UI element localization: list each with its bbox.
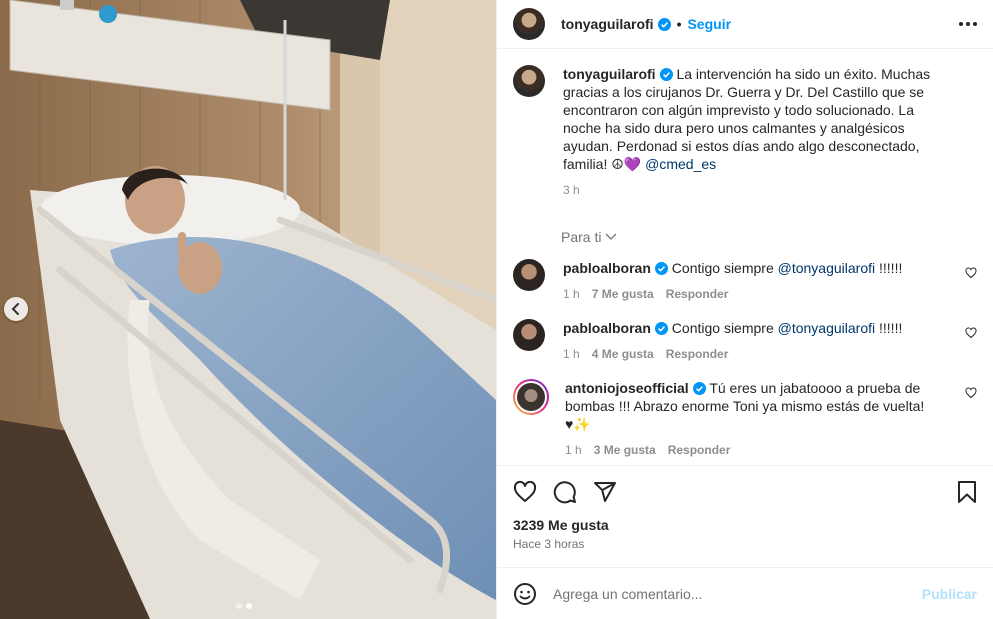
post-actions-bar xyxy=(497,465,993,517)
verified-badge-icon xyxy=(654,322,668,335)
caption-mention[interactable]: @cmed_es xyxy=(645,156,716,172)
avatar[interactable] xyxy=(513,8,545,40)
caption-emoji: ☮💜 xyxy=(611,156,642,172)
emoji-icon[interactable] xyxy=(513,582,537,606)
comment-time[interactable]: 1 h xyxy=(565,441,582,459)
post-timestamp[interactable]: Hace 3 horas xyxy=(497,533,993,551)
carousel-indicator xyxy=(236,603,252,609)
author-username[interactable]: tonyaguilarofi xyxy=(561,16,654,32)
publish-button[interactable]: Publicar xyxy=(922,586,977,602)
comment-likes[interactable]: 3 Me gusta xyxy=(594,441,656,459)
comment-item: pabloalboran Contigo siempre @tonyaguila… xyxy=(513,259,977,303)
reply-button[interactable]: Responder xyxy=(666,285,729,303)
comment-username[interactable]: pabloalboran xyxy=(563,320,651,336)
comment-item: antoniojoseofficial Tú eres un jabatoooo… xyxy=(513,379,977,459)
comment-text: Contigo siempre xyxy=(671,320,774,336)
story-ring[interactable] xyxy=(513,379,549,415)
caption: tonyaguilarofi La intervención ha sido u… xyxy=(513,65,977,199)
chevron-left-icon xyxy=(11,303,19,315)
heart-icon[interactable] xyxy=(965,327,977,339)
verified-badge-icon xyxy=(659,68,673,81)
instagram-post-modal: tonyaguilarofi • Seguir tonyaguilarofi L… xyxy=(0,0,993,619)
ellipsis-icon xyxy=(959,22,963,26)
comment-mention[interactable]: @tonyaguilarofi xyxy=(778,320,876,336)
likes-count[interactable]: 3239 Me gusta xyxy=(497,517,993,533)
comment-icon[interactable] xyxy=(553,480,577,504)
comment-item: pabloalboran Contigo siempre @tonyaguila… xyxy=(513,319,977,363)
reply-button[interactable]: Responder xyxy=(668,441,731,459)
hospital-bed-photo xyxy=(0,0,496,619)
avatar xyxy=(515,381,547,413)
caption-time[interactable]: 3 h xyxy=(563,181,580,199)
carousel-dot-active xyxy=(246,603,252,609)
avatar[interactable] xyxy=(513,65,545,97)
comment-time[interactable]: 1 h xyxy=(563,285,580,303)
comment-likes[interactable]: 7 Me gusta xyxy=(592,285,654,303)
comment-mention[interactable]: @tonyaguilarofi xyxy=(778,260,876,276)
verified-badge-icon xyxy=(657,17,671,31)
heart-icon[interactable] xyxy=(965,387,977,399)
reply-button[interactable]: Responder xyxy=(666,345,729,363)
comment-text-tail: !!!!!! xyxy=(879,320,903,336)
comment-text: Contigo siempre xyxy=(671,260,774,276)
verified-badge-icon xyxy=(692,382,706,395)
add-comment-bar: Publicar xyxy=(497,567,993,619)
post-header: tonyaguilarofi • Seguir xyxy=(497,0,993,49)
heart-icon[interactable] xyxy=(513,480,537,504)
comment-username[interactable]: pabloalboran xyxy=(563,260,651,276)
separator-dot: • xyxy=(676,16,682,32)
comment-username[interactable]: antoniojoseofficial xyxy=(565,380,689,396)
avatar[interactable] xyxy=(513,319,545,351)
avatar[interactable] xyxy=(513,259,545,291)
comment-input[interactable] xyxy=(553,585,922,602)
share-icon[interactable] xyxy=(593,480,617,504)
chevron-down-icon xyxy=(606,233,617,240)
comment-filter-dropdown[interactable]: Para ti xyxy=(561,229,977,245)
filter-label: Para ti xyxy=(561,229,602,245)
carousel-dot xyxy=(236,603,242,609)
verified-badge-icon xyxy=(654,262,668,275)
carousel-prev-button[interactable] xyxy=(4,297,28,321)
heart-icon[interactable] xyxy=(965,267,977,279)
follow-button[interactable]: Seguir xyxy=(687,16,731,32)
comment-likes[interactable]: 4 Me gusta xyxy=(592,345,654,363)
more-options-button[interactable] xyxy=(959,16,977,32)
comments-list[interactable]: tonyaguilarofi La intervención ha sido u… xyxy=(497,49,993,465)
comment-text-tail: !!!!!! xyxy=(879,260,903,276)
comment-time[interactable]: 1 h xyxy=(563,345,580,363)
caption-username[interactable]: tonyaguilarofi xyxy=(563,66,656,82)
bookmark-icon[interactable] xyxy=(957,480,977,504)
post-photo[interactable] xyxy=(0,0,496,619)
post-side-panel: tonyaguilarofi • Seguir tonyaguilarofi L… xyxy=(496,0,993,619)
